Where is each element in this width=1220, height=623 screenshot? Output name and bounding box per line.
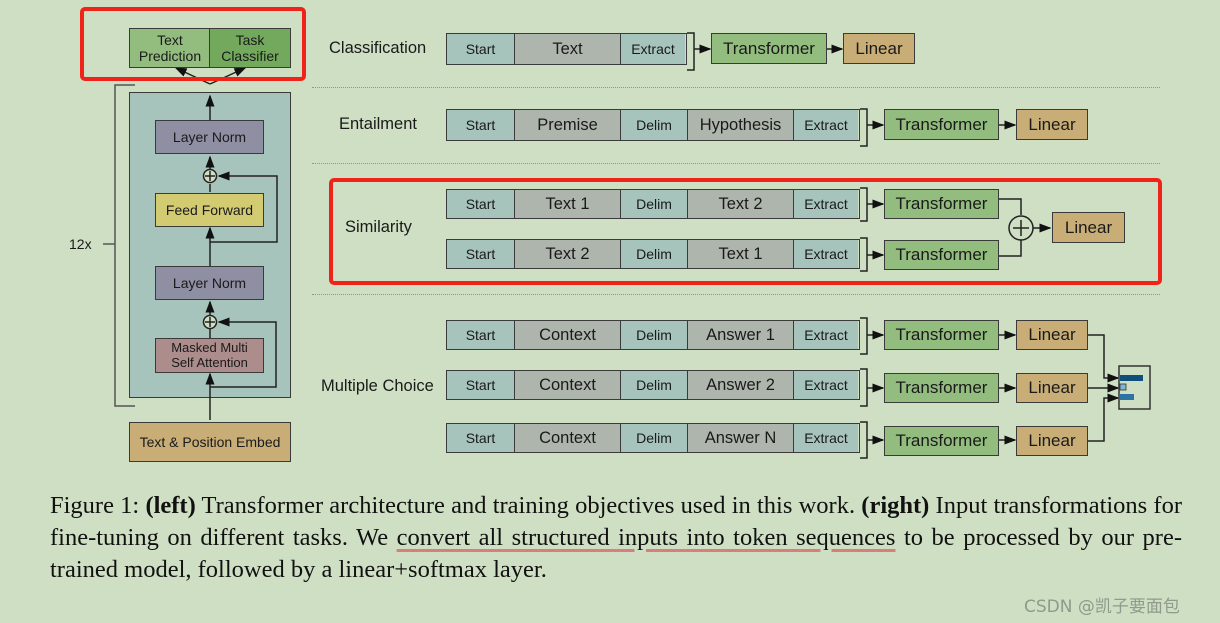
linear-box: Linear [1016,373,1088,403]
token-extract: Extract [794,371,858,399]
token-delim: Delim [621,371,688,399]
task-label-classification: Classification [329,39,427,57]
softmax-bar [1120,394,1134,400]
task-label-multiple-choice: Multiple Choice [321,377,434,395]
transformer-box: Transformer [711,33,827,64]
token-premise: Premise [515,110,621,140]
mc-sequence-1: Start Context Delim Answer 1 Extract [446,320,860,350]
token-start: Start [447,34,515,64]
caption-underlined-phrase: convert all structured inputs into token… [396,524,896,551]
token-extract: Extract [794,424,858,452]
watermark: CSDN @凯子要面包 [1024,597,1180,617]
token-answer-1: Answer 1 [688,321,794,349]
linear-box: Linear [1016,426,1088,456]
softmax-bar [1119,383,1127,391]
highlight-box-heads [80,7,306,81]
text-position-embed: Text & Position Embed [129,422,291,462]
layer-norm-bottom: Layer Norm [155,266,264,300]
entailment-sequence: Start Premise Delim Hypothesis Extract [446,109,860,141]
transformer-box: Transformer [884,426,999,456]
transformer-box: Transformer [884,373,999,403]
token-context: Context [515,371,621,399]
mc-sequence-3: Start Context Delim Answer N Extract [446,423,860,453]
token-extract: Extract [794,110,858,140]
token-answer-2: Answer 2 [688,371,794,399]
mc-sequence-2: Start Context Delim Answer 2 Extract [446,370,860,400]
caption-left: (left) [145,492,196,519]
transformer-box: Transformer [884,320,999,350]
caption-text: Transformer architecture and training ob… [195,492,862,519]
token-context: Context [515,424,621,452]
token-start: Start [447,321,515,349]
token-hypothesis: Hypothesis [688,110,794,140]
token-delim: Delim [621,321,688,349]
task-label-entailment: Entailment [339,115,417,133]
token-delim: Delim [621,424,688,452]
token-delim: Delim [621,110,688,140]
figure-caption: Figure 1: (left) Transformer architectur… [50,490,1182,586]
token-extract: Extract [621,34,685,64]
token-extract: Extract [794,321,858,349]
transformer-box: Transformer [884,109,999,140]
separator [312,294,1160,295]
token-context: Context [515,321,621,349]
caption-figure-number: Figure 1: [50,492,140,519]
linear-box: Linear [1016,109,1088,140]
token-start: Start [447,110,515,140]
highlight-box-similarity [329,178,1162,285]
linear-box: Linear [843,33,915,64]
layer-norm-top: Layer Norm [155,120,264,154]
token-text: Text [515,34,621,64]
masked-self-attention: Masked Multi Self Attention [155,338,264,373]
linear-box: Linear [1016,320,1088,350]
separator [312,87,1160,88]
token-start: Start [447,424,515,452]
feed-forward: Feed Forward [155,193,264,227]
softmax-bar [1120,375,1143,381]
token-answer-n: Answer N [688,424,794,452]
repeat-label: 12x [69,236,92,252]
token-start: Start [447,371,515,399]
classification-sequence: Start Text Extract [446,33,687,65]
caption-right: (right) [861,492,930,519]
separator [312,163,1160,164]
